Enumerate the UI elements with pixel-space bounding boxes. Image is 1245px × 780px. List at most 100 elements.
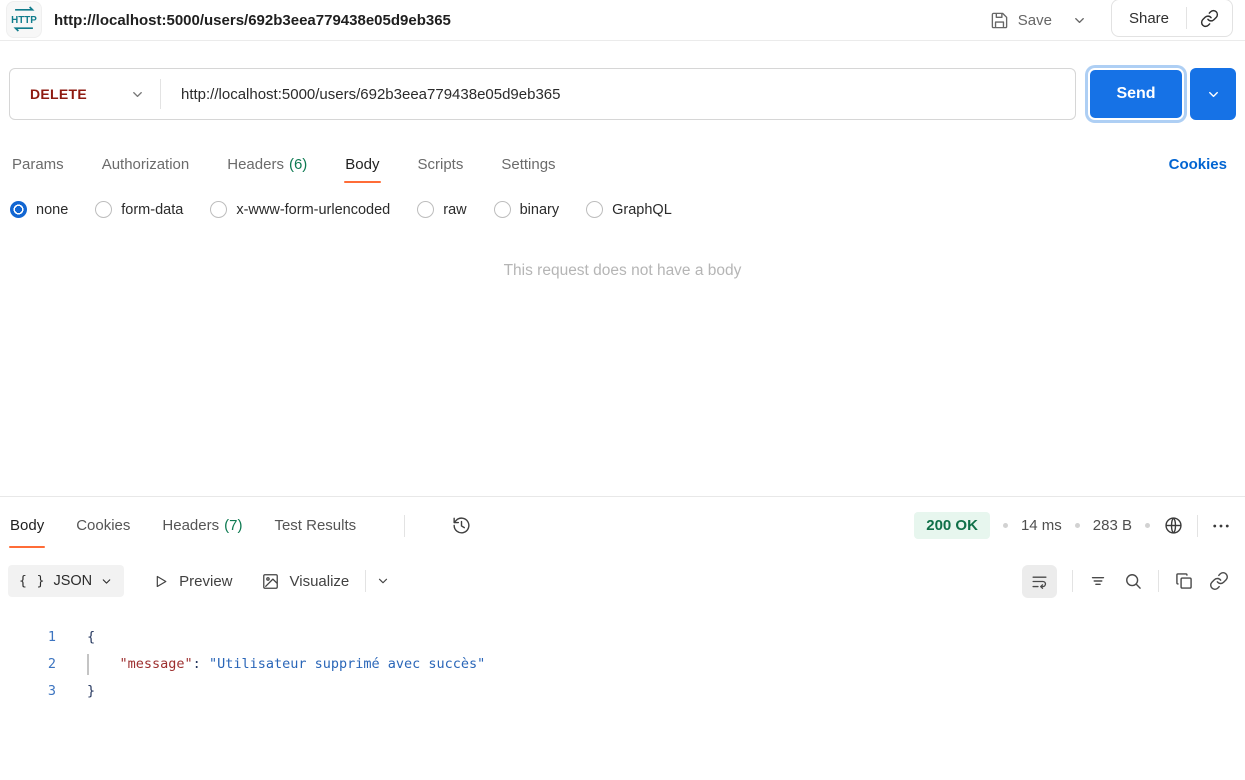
tab-authorization[interactable]: Authorization bbox=[100, 146, 192, 183]
ellipsis-icon bbox=[1211, 516, 1231, 536]
json-value: "Utilisateur supprimé avec succès" bbox=[209, 656, 485, 672]
code-line: 2 "message": "Utilisateur supprimé avec … bbox=[0, 651, 1245, 678]
dot-separator bbox=[1075, 523, 1080, 528]
copy-icon bbox=[1174, 571, 1194, 591]
body-type-binary[interactable]: binary bbox=[494, 201, 560, 218]
response-body-editor[interactable]: 1 { 2 "message": "Utilisateur supprimé a… bbox=[0, 624, 1245, 705]
empty-body-message: This request does not have a body bbox=[0, 262, 1245, 280]
response-actions-button[interactable] bbox=[1211, 516, 1231, 536]
save-icon bbox=[990, 11, 1009, 30]
dot-separator bbox=[1003, 523, 1008, 528]
wrap-text-icon bbox=[1030, 572, 1049, 591]
tab-scripts[interactable]: Scripts bbox=[416, 146, 466, 183]
body-type-form-data[interactable]: form-data bbox=[95, 201, 183, 218]
share-button[interactable]: Share bbox=[1112, 10, 1186, 27]
chevron-down-icon bbox=[1206, 87, 1221, 102]
braces-icon: { } bbox=[19, 574, 45, 589]
response-tab-body[interactable]: Body bbox=[8, 500, 46, 551]
dot-separator bbox=[1145, 523, 1150, 528]
svg-text:HTTP: HTTP bbox=[11, 15, 37, 26]
response-time[interactable]: 14 ms bbox=[1021, 517, 1062, 534]
response-history-button[interactable] bbox=[451, 515, 472, 536]
save-button[interactable]: Save bbox=[982, 5, 1060, 36]
line-number: 3 bbox=[0, 678, 56, 705]
code-text: "message": "Utilisateur supprimé avec su… bbox=[87, 651, 485, 678]
radio-icon bbox=[586, 201, 603, 218]
request-title: http://localhost:5000/users/692b3eea7794… bbox=[54, 12, 451, 29]
radio-icon bbox=[95, 201, 112, 218]
divider bbox=[160, 79, 161, 109]
response-pane: Body Cookies Headers(7) Test Results 200… bbox=[0, 497, 1245, 705]
body-type-urlencoded[interactable]: x-www-form-urlencoded bbox=[210, 201, 390, 218]
copy-response-button[interactable] bbox=[1174, 571, 1194, 591]
request-title-bar: HTTP http://localhost:5000/users/692b3ee… bbox=[0, 0, 1245, 41]
response-tabs: Body Cookies Headers(7) Test Results bbox=[8, 500, 472, 551]
radio-icon bbox=[210, 201, 227, 218]
tab-params[interactable]: Params bbox=[10, 146, 66, 183]
json-key: "message" bbox=[120, 656, 193, 672]
tab-body[interactable]: Body bbox=[343, 146, 381, 183]
response-tab-headers[interactable]: Headers(7) bbox=[160, 500, 244, 551]
visualize-button[interactable]: Visualize bbox=[261, 570, 391, 592]
radio-icon bbox=[417, 201, 434, 218]
response-tab-test-results[interactable]: Test Results bbox=[272, 500, 358, 551]
code-line: 1 { bbox=[0, 624, 1245, 651]
play-icon bbox=[152, 573, 169, 590]
save-options-button[interactable] bbox=[1060, 7, 1099, 34]
radio-icon bbox=[494, 201, 511, 218]
body-type-none[interactable]: none bbox=[10, 201, 68, 218]
divider bbox=[365, 570, 366, 592]
divider bbox=[404, 515, 405, 537]
response-format-selector[interactable]: { } JSON bbox=[8, 565, 124, 597]
method-label: DELETE bbox=[30, 86, 87, 102]
clock-history-icon bbox=[451, 515, 472, 536]
wrap-text-button[interactable] bbox=[1022, 565, 1057, 598]
preview-button[interactable]: Preview bbox=[152, 573, 232, 590]
body-type-graphql[interactable]: GraphQL bbox=[586, 201, 672, 218]
code-line: 3 } bbox=[0, 678, 1245, 705]
radio-selected-icon bbox=[10, 201, 27, 218]
send-split-button: Send bbox=[1085, 68, 1236, 120]
chevron-down-icon bbox=[100, 575, 113, 588]
line-number: 1 bbox=[0, 624, 56, 651]
tab-headers[interactable]: Headers(6) bbox=[225, 146, 309, 183]
search-button[interactable] bbox=[1123, 571, 1143, 591]
body-type-options: none form-data x-www-form-urlencoded raw… bbox=[0, 201, 1245, 218]
response-tab-cookies[interactable]: Cookies bbox=[74, 500, 132, 551]
tab-settings[interactable]: Settings bbox=[499, 146, 557, 183]
format-lines-icon bbox=[1088, 571, 1108, 591]
response-size[interactable]: 283 B bbox=[1093, 517, 1132, 534]
link-icon bbox=[1209, 571, 1229, 591]
image-icon bbox=[261, 572, 280, 591]
response-meta: 200 OK 14 ms 283 B bbox=[914, 512, 1231, 539]
cookies-link[interactable]: Cookies bbox=[1169, 156, 1227, 173]
chevron-down-icon bbox=[376, 574, 390, 588]
body-type-raw[interactable]: raw bbox=[417, 201, 466, 218]
share-response-button[interactable] bbox=[1209, 571, 1229, 591]
search-icon bbox=[1123, 571, 1143, 591]
http-request-icon: HTTP bbox=[6, 1, 42, 38]
url-input[interactable]: http://localhost:5000/users/692b3eea7794… bbox=[181, 86, 561, 103]
request-pane: DELETE http://localhost:5000/users/692b3… bbox=[0, 68, 1245, 497]
divider bbox=[1158, 570, 1159, 592]
request-tabs: Params Authorization Headers(6) Body Scr… bbox=[0, 146, 1245, 183]
code-text: } bbox=[87, 678, 95, 705]
chevron-down-icon bbox=[1072, 13, 1087, 28]
method-selector[interactable]: DELETE bbox=[10, 86, 160, 102]
link-icon bbox=[1200, 9, 1219, 28]
divider bbox=[1197, 515, 1198, 537]
copy-link-button[interactable] bbox=[1187, 9, 1232, 28]
beautify-button[interactable] bbox=[1088, 571, 1108, 591]
globe-icon bbox=[1163, 515, 1184, 536]
chevron-down-icon bbox=[130, 87, 145, 102]
response-toolbar: { } JSON Preview Visualize bbox=[0, 558, 1245, 604]
send-options-button[interactable] bbox=[1190, 68, 1236, 120]
headers-count: (6) bbox=[289, 156, 307, 173]
code-text: { bbox=[87, 624, 95, 651]
divider bbox=[1072, 570, 1073, 592]
status-badge[interactable]: 200 OK bbox=[914, 512, 990, 539]
send-button[interactable]: Send bbox=[1088, 68, 1184, 120]
line-number: 2 bbox=[0, 651, 56, 678]
response-headers-count: (7) bbox=[224, 517, 242, 534]
network-info-button[interactable] bbox=[1163, 515, 1184, 536]
